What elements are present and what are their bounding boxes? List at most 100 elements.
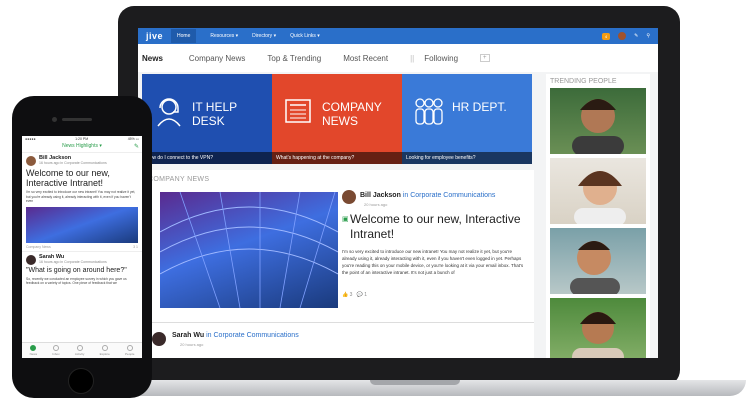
search-icon[interactable]: ⚲ xyxy=(646,33,650,39)
phone-post[interactable]: Bill Jackson 16 hours ago in Corporate C… xyxy=(22,153,142,251)
person-photo[interactable] xyxy=(550,88,646,154)
laptop-notch xyxy=(370,380,460,385)
tab-top-trending[interactable]: Top & Trending xyxy=(267,54,321,63)
nav-home[interactable]: Home xyxy=(171,29,197,43)
avatar[interactable] xyxy=(26,254,36,265)
compose-icon[interactable]: ✎ xyxy=(134,143,139,150)
tab-label: Activity xyxy=(74,352,85,356)
avatar[interactable] xyxy=(26,156,36,166)
news-tabs: News Company News Top & Trending Most Re… xyxy=(138,44,658,72)
post-headline[interactable]: Welcome to our new, Interactive Intranet… xyxy=(350,212,530,242)
post-in: in xyxy=(204,332,214,339)
tile-caption[interactable]: What's happening at the company? xyxy=(272,152,402,164)
post-author[interactable]: Sarah Wu xyxy=(172,332,204,339)
inbox-icon xyxy=(53,345,60,351)
tab-label: News xyxy=(29,352,38,356)
phone-camera xyxy=(52,117,57,122)
headset-person-icon xyxy=(157,98,181,127)
status-time: 1:20 PM xyxy=(75,137,89,141)
tab-explore[interactable]: Explore xyxy=(100,345,110,356)
people-group-icon xyxy=(415,98,443,125)
desktop-screen: jive Home Resources ▾ Directory ▾ Quick … xyxy=(138,28,658,358)
tab-people[interactable]: People xyxy=(125,345,134,356)
explore-icon xyxy=(101,345,108,351)
newspaper-icon xyxy=(285,99,311,123)
tab-label: Explore xyxy=(99,352,110,356)
person-silhouette-icon xyxy=(570,241,620,294)
post-image[interactable] xyxy=(26,206,138,243)
tile-title: COMPANY NEWS xyxy=(322,100,382,128)
post-body: I'm so very excited to introduce our new… xyxy=(26,190,136,203)
company-news-feed: COMPANY NEWS Bill Jackson in Corporate C… xyxy=(142,170,534,358)
glass-dome-image xyxy=(160,192,338,308)
sarah-wu-avatar[interactable] xyxy=(152,332,166,346)
top-nav-bar: jive Home Resources ▾ Directory ▾ Quick … xyxy=(138,28,658,44)
nav-quick-links[interactable]: Quick Links ▾ xyxy=(290,33,320,39)
person-photo[interactable] xyxy=(550,228,646,294)
post-place[interactable]: Corporate Communications xyxy=(410,192,495,199)
like-count: 3 xyxy=(349,292,353,298)
tile-hr-dept[interactable]: HR DEPT. Looking for employee benefits? xyxy=(402,74,532,164)
tab-inbox[interactable]: Inbox xyxy=(52,345,60,356)
post-meta: 16 hours ago in Corporate Communications xyxy=(39,161,107,165)
like-icon[interactable]: 👍 xyxy=(342,292,348,298)
tile-caption[interactable]: How do I connect to the VPN? xyxy=(142,152,272,164)
bill-jackson-avatar[interactable] xyxy=(342,190,356,204)
tab-activity[interactable]: Activity xyxy=(74,345,85,356)
phone-screen: ●●●●● 1:20 PM 45% ▭ News Highlights ▾ ✎ … xyxy=(22,136,142,358)
post-time: 20 hours ago xyxy=(180,342,204,347)
phone-post[interactable]: Sarah Wu 16 hours ago in Corporate Commu… xyxy=(22,250,142,288)
news-highlights-dropdown[interactable]: News Highlights ▾ xyxy=(62,143,102,149)
notification-badge[interactable]: 4 xyxy=(601,32,611,40)
comment-icon[interactable]: 💬 xyxy=(357,292,363,298)
person-photo[interactable] xyxy=(550,158,646,224)
nav-directory[interactable]: Directory ▾ xyxy=(252,33,276,39)
tab-label: People xyxy=(125,352,135,356)
topbar-actions: 4 ✎ ⚲ xyxy=(601,32,650,40)
tile-caption[interactable]: Looking for employee benefits? xyxy=(402,152,532,164)
tab-news[interactable]: News xyxy=(29,345,38,356)
post-footer: Company News 3 1 xyxy=(26,245,138,249)
post-meta: 16 hours ago in Corporate Communications xyxy=(39,259,107,264)
post-headline[interactable]: "What is going on around here?" xyxy=(26,267,138,275)
comment-count: 1 xyxy=(364,292,367,298)
user-avatar[interactable] xyxy=(618,32,627,40)
phone-header: News Highlights ▾ ✎ xyxy=(22,143,142,153)
tab-following[interactable]: Following xyxy=(424,54,458,63)
post-author[interactable]: Bill Jackson xyxy=(360,192,401,199)
person-silhouette-icon xyxy=(572,312,624,358)
tab-divider: || xyxy=(410,53,415,63)
post-author-line: Bill Jackson in Corporate Communications xyxy=(360,192,495,199)
tab-company-news[interactable]: Company News xyxy=(189,54,245,63)
quick-tiles: IT HELP DESK How do I connect to the VPN… xyxy=(142,74,532,164)
signal-indicator: ●●●●● xyxy=(25,137,36,141)
news-icon xyxy=(30,345,37,351)
document-icon: ▣ xyxy=(342,216,349,223)
compose-pencil-icon[interactable]: ✎ xyxy=(634,33,638,39)
phone-speaker xyxy=(62,118,92,121)
post-place[interactable]: Corporate Communications xyxy=(214,332,299,339)
post-place[interactable]: Company News xyxy=(26,245,51,249)
tile-company-news[interactable]: COMPANY NEWS What's happening at the com… xyxy=(272,74,402,164)
trending-people-panel: TRENDING PEOPLE xyxy=(546,74,650,358)
post-headline[interactable]: Welcome to our new, Interactive Intranet… xyxy=(26,168,138,188)
phone-status-bar: ●●●●● 1:20 PM 45% ▭ xyxy=(22,136,142,143)
tab-most-recent[interactable]: Most Recent xyxy=(343,54,388,63)
activity-icon xyxy=(76,345,83,351)
tile-title: HR DEPT. xyxy=(452,100,507,114)
post-hero-image[interactable] xyxy=(160,192,338,308)
tab-news[interactable]: News xyxy=(142,54,163,63)
nav-resources[interactable]: Resources ▾ xyxy=(210,33,238,39)
tile-it-help-desk[interactable]: IT HELP DESK How do I connect to the VPN… xyxy=(142,74,272,164)
people-icon xyxy=(126,345,133,351)
phone-tab-bar: News Inbox Activity Explore People xyxy=(22,342,142,358)
divider xyxy=(142,322,534,323)
jive-logo[interactable]: jive xyxy=(146,31,163,41)
add-tab-button[interactable]: + xyxy=(480,54,490,62)
person-photo[interactable] xyxy=(550,298,646,358)
post-in: in xyxy=(400,192,411,199)
phone-home-button[interactable] xyxy=(68,368,94,394)
post-stats: 👍 3 💬 1 xyxy=(342,292,367,298)
post-body: I'm so very excited to introduce our new… xyxy=(342,249,524,275)
section-label: COMPANY NEWS xyxy=(148,176,210,183)
